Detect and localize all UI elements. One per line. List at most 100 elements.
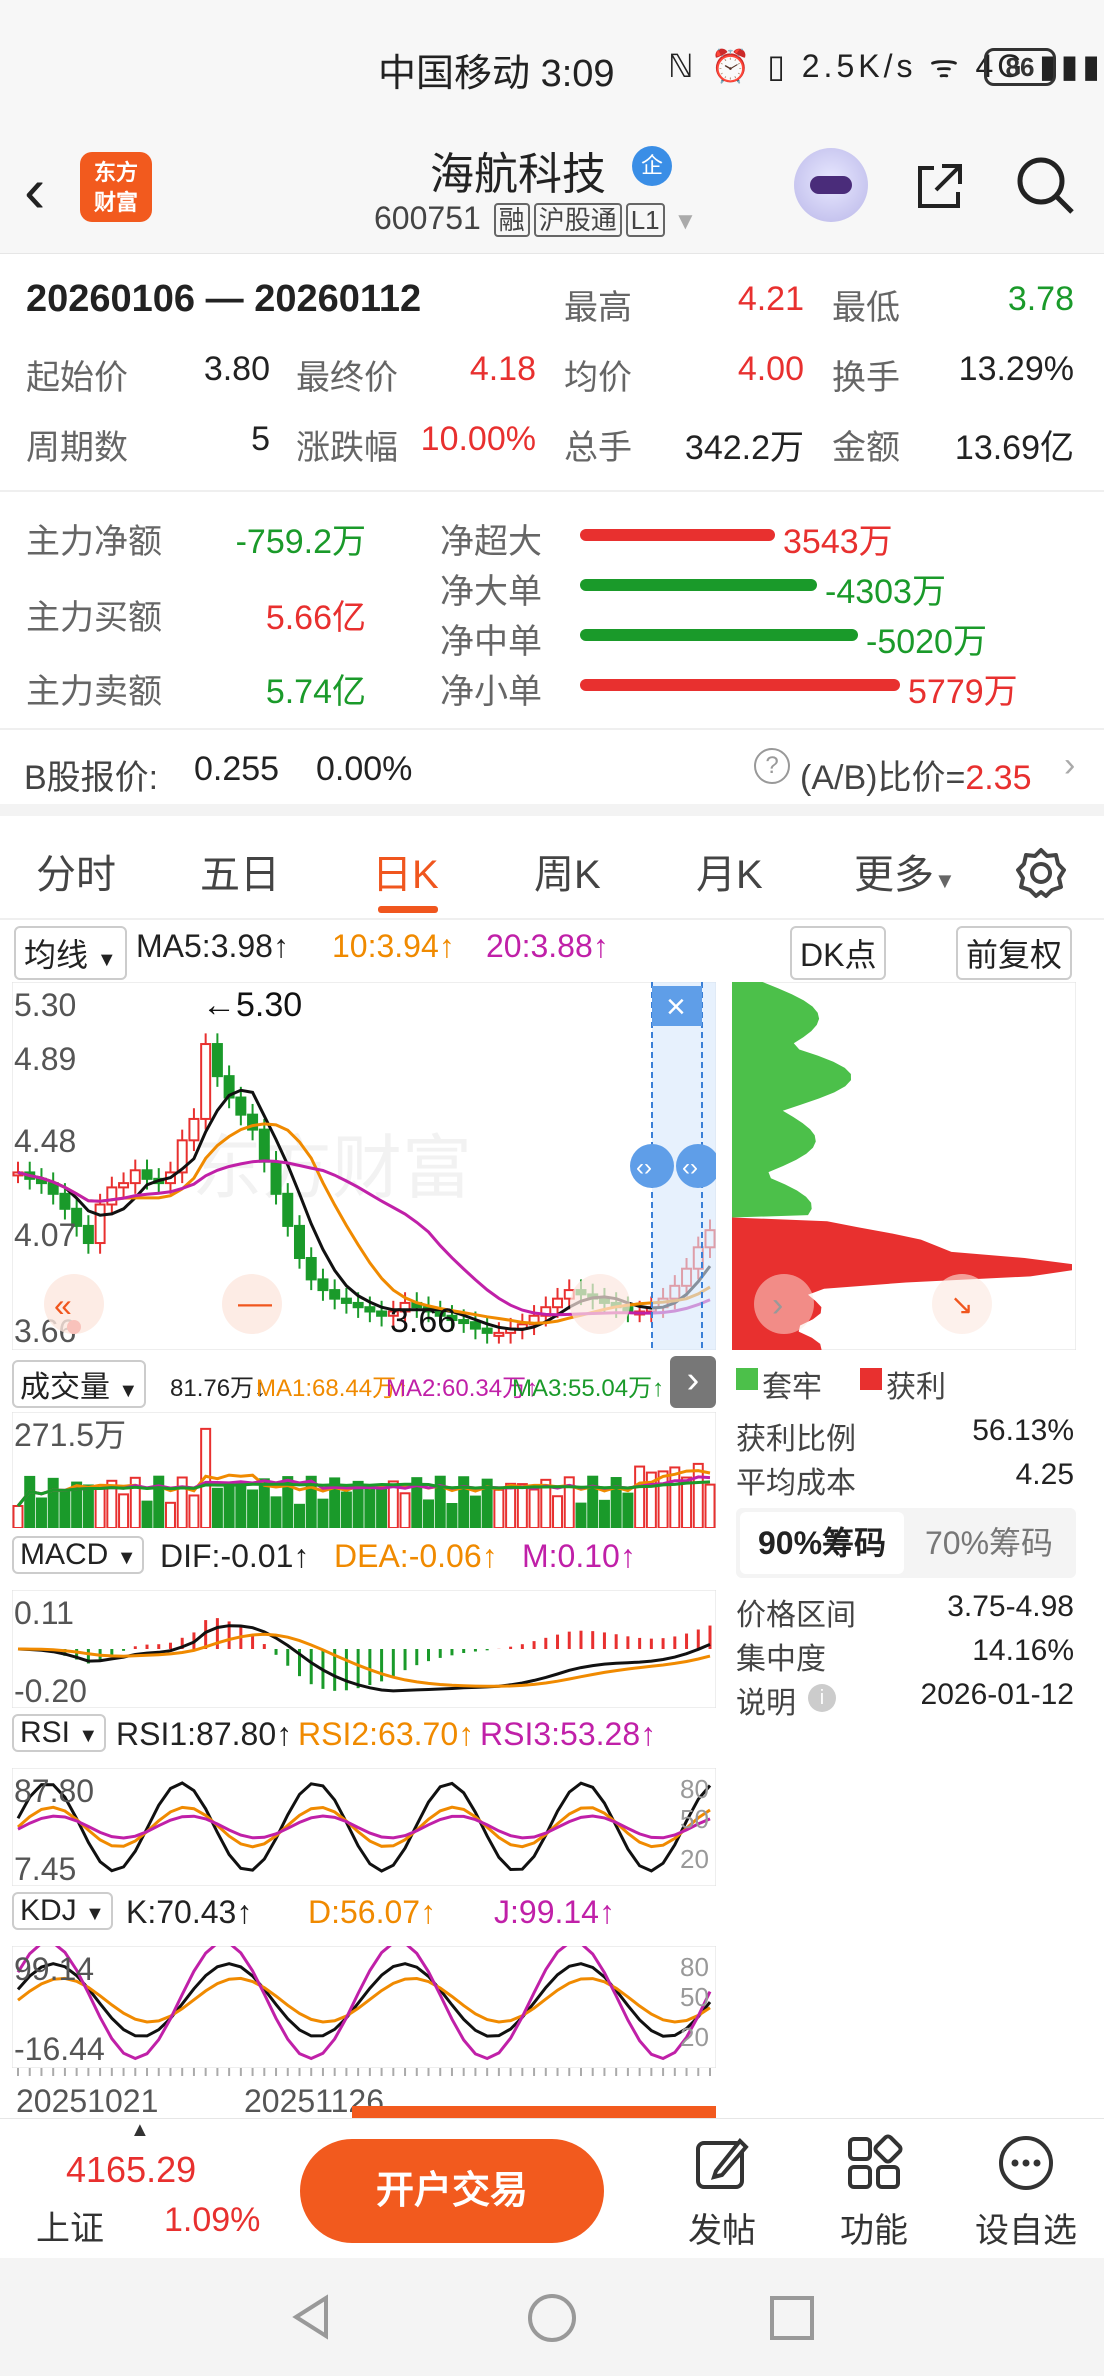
candle [552,1297,564,1309]
watchlist-label[interactable]: 设自选 [966,2203,1086,2252]
kdj-y-label: 99.14 [14,1951,94,1987]
adjust-selector[interactable]: 前复权 [956,926,1073,980]
stock-header: ‹ 东方 财富 海航科技 企 600751 融沪股通 L1 ▼ [0,130,1104,254]
tab-more[interactable]: 更多▼ [854,842,956,900]
nav-recents-icon[interactable] [768,2294,816,2342]
back-icon[interactable]: ‹ [24,158,45,222]
rsi-chart[interactable]: 87.80 7.45 80 50 20 [12,1768,716,1886]
nav-back-icon[interactable] [286,2292,336,2342]
k-value: K:70.43↑ [126,1894,253,1930]
tab-weekly-k[interactable]: 周K [534,842,601,900]
candle [305,1257,317,1281]
candle [469,1321,481,1330]
candle [94,1203,106,1245]
volume-chart[interactable]: 271.5万 [12,1412,716,1528]
function-icon[interactable] [844,2133,904,2193]
tab-five-day[interactable]: 五日 [200,842,280,900]
profit-ratio-label: 获利比例 [736,1423,856,1456]
assistant-avatar[interactable] [794,148,868,222]
system-nav-bar [0,2258,1104,2376]
high-marker: ←5.30 [202,986,302,1024]
volume-bar [59,1490,71,1528]
tab-daily-k[interactable]: 日K [372,842,439,900]
kdj-selector[interactable]: KDJ ▼ [12,1892,113,1930]
more-circle-icon[interactable] [996,2133,1056,2193]
svg-text:›: › [772,1286,783,1324]
tab-intraday[interactable]: 分时 [36,842,116,900]
chip-distribution-chart[interactable]: › ↘ [732,982,1076,1350]
volume-bar [423,1499,435,1528]
flow-bar [580,529,775,541]
b-share-row[interactable]: B股报价: 0.255 0.00% ? (A/B)比价=2.35 › [0,732,1104,816]
amount-value: 13.69亿 [954,429,1074,467]
zoom-in-icon [570,1274,630,1334]
tag-level: L1 [625,203,665,237]
stock-code-row[interactable]: 600751 融沪股通 L1 ▼ [374,200,697,237]
gear-icon[interactable] [1014,846,1068,900]
candle [200,1043,212,1120]
volume-bar [247,1489,259,1528]
expand-indicators-icon[interactable]: › [670,1356,716,1408]
post-icon[interactable] [692,2133,752,2193]
volume-label: 总手 [564,429,632,467]
enterprise-badge-icon: 企 [632,146,672,186]
tab-chip-70[interactable]: 70%筹码 [906,1512,1072,1574]
ma20-value: 20:3.88↑ [486,928,609,964]
kdj-chart[interactable]: 99.14 -16.44 80 50 20 [12,1946,716,2068]
volume-selector[interactable]: 成交量 ▼ [12,1360,147,1408]
volume-bar [235,1482,247,1528]
volume-bar [118,1493,130,1528]
open-account-trade-button[interactable]: 开户交易 [300,2139,604,2243]
volume-bar [47,1477,59,1528]
tab-chip-90[interactable]: 90%筹码 [740,1512,904,1574]
index-pct[interactable]: 1.09% [164,2201,260,2240]
nav-home-icon[interactable] [526,2292,578,2344]
macd-selector[interactable]: MACD ▼ [12,1536,145,1574]
candle [376,1310,388,1317]
net-label: 主力净额 [26,523,162,561]
status-bar: 中国移动 3:09 ℕ ⏰ ▯ 2.5K/s ᯤ 4G ▮▮▮ 86 [0,0,1104,130]
macd-chart[interactable]: 0.11 -0.20 [12,1590,716,1708]
periods-label: 周期数 [26,429,128,467]
post-label[interactable]: 发帖 [662,2203,782,2252]
index-name[interactable]: 上证 [36,2201,104,2250]
high-value: 4.21 [737,280,804,318]
volume-bar [657,1470,669,1528]
d-value: D:56.07↑ [308,1894,437,1930]
ma-selector[interactable]: 均线 ▼ [14,926,127,980]
kline-chart[interactable]: 东方财富 × ‹› ‹› 5.30 4.89 4.48 4.07 3.66 ←5… [12,982,716,1350]
volume-bar [681,1476,693,1528]
candle [211,1043,223,1078]
low-marker: 3.66 [390,1302,456,1340]
app-logo[interactable]: 东方 财富 [80,152,152,222]
index-value[interactable]: 4165.29 [66,2149,196,2191]
rsi-selector[interactable]: RSI ▼ [12,1714,107,1752]
help-icon[interactable]: ? [754,748,790,784]
search-icon[interactable] [1014,154,1076,216]
candle [340,1297,352,1304]
info-icon[interactable]: i [808,1684,836,1712]
dk-point-selector[interactable]: DK点 [790,926,887,980]
volume-bar [12,1505,24,1528]
high-label: 最高 [564,289,632,327]
share-icon[interactable] [912,158,968,214]
volume-bar [516,1483,528,1528]
bshare-price: 0.255 [194,750,280,788]
volume-bar [692,1462,704,1528]
volume-bar [94,1486,106,1528]
rsi3-value: RSI3:53.28↑ [480,1716,657,1752]
avg-label: 均价 [564,359,632,397]
ma10-value: 10:3.94↑ [332,928,455,964]
function-label[interactable]: 功能 [814,2203,934,2252]
volume-bar [587,1475,599,1528]
change-label: 涨跌幅 [296,429,398,467]
volume-bar [376,1485,388,1528]
volume-bar [598,1499,610,1528]
period-tabs: 分时 五日 日K 周K 月K 更多▼ [0,816,1104,920]
tag-connect: 沪股通 [533,203,622,237]
candle [282,1192,294,1227]
rsi-y-label: 87.80 [14,1773,94,1809]
tab-monthly-k[interactable]: 月K [696,842,763,900]
rsi-y-label: 7.45 [14,1851,76,1886]
dif-value: DIF:-0.01↑ [160,1538,310,1574]
